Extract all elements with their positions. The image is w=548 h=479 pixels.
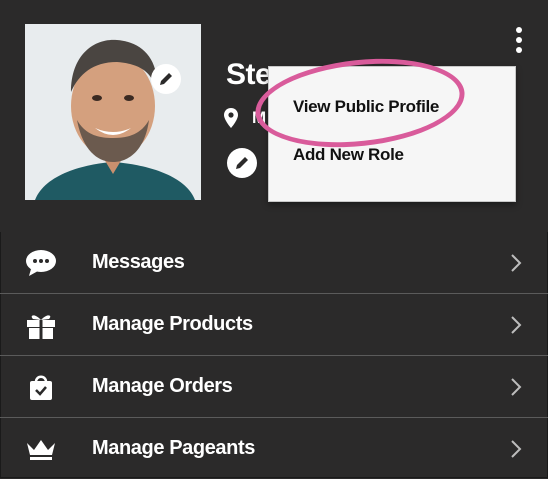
nav-item-label: Messages — [92, 251, 185, 273]
shopping-bag-icon — [24, 372, 58, 402]
nav-menu: Messages Manage Products Manage Orders M… — [0, 232, 548, 479]
nav-item-label: Manage Products — [92, 313, 253, 335]
add-new-role-item[interactable]: Add New Role — [293, 145, 404, 165]
profile-location: M — [224, 108, 266, 128]
gift-box-icon — [24, 310, 58, 340]
location-text: M — [252, 108, 266, 127]
nav-item-manage-pageants[interactable]: Manage Pageants — [0, 418, 548, 479]
chevron-right-icon — [511, 377, 522, 396]
avatar[interactable] — [25, 24, 201, 200]
location-pin-icon — [224, 108, 238, 128]
chevron-right-icon — [511, 439, 522, 458]
options-dropdown: View Public Profile Add New Role — [268, 66, 516, 202]
crown-icon — [24, 434, 58, 464]
nav-item-manage-orders[interactable]: Manage Orders — [0, 356, 548, 418]
vertical-ellipsis-icon — [516, 27, 522, 33]
edit-photo-button[interactable] — [151, 64, 181, 94]
pencil-icon — [236, 157, 248, 169]
nav-item-messages[interactable]: Messages — [0, 232, 548, 294]
chat-bubble-icon — [24, 248, 58, 278]
view-public-profile-item[interactable]: View Public Profile — [293, 97, 439, 117]
chevron-right-icon — [511, 315, 522, 334]
chevron-right-icon — [511, 253, 522, 272]
profile-header: Ste M View Public Profile Add New Role — [0, 0, 548, 232]
more-options-button[interactable] — [508, 22, 530, 58]
edit-profile-button[interactable] — [227, 148, 257, 178]
pencil-icon — [160, 73, 172, 85]
nav-item-label: Manage Orders — [92, 375, 233, 397]
nav-item-label: Manage Pageants — [92, 437, 255, 459]
nav-item-manage-products[interactable]: Manage Products — [0, 294, 548, 356]
